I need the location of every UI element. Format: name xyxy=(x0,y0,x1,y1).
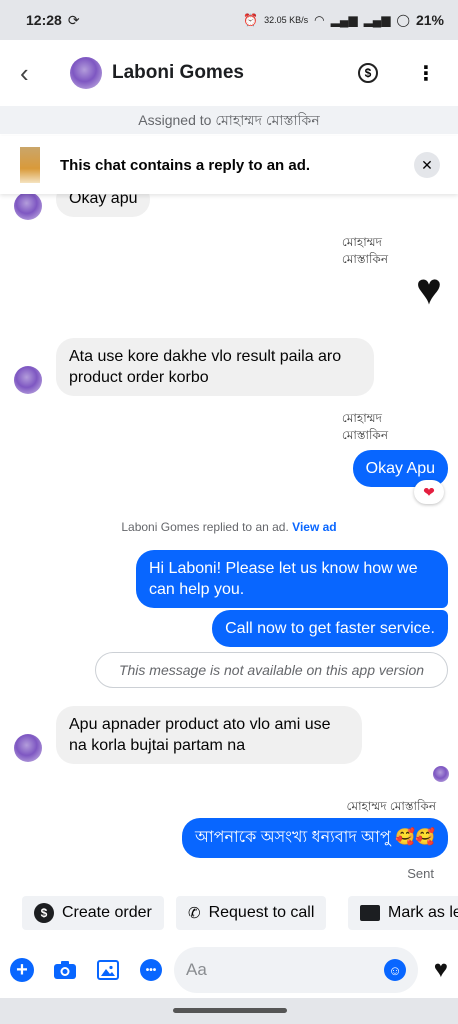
ad-banner-text: This chat contains a reply to an ad. xyxy=(60,156,311,174)
sender-label: মোহাম্মদ মোস্তাকিন xyxy=(341,235,388,266)
contact-avatar-small[interactable] xyxy=(14,366,42,394)
back-arrow-icon[interactable]: ‹ xyxy=(20,58,46,89)
message-list[interactable]: Okay apu মোহাম্মদ মোস্তাকিন ♥ Ata use ko… xyxy=(0,194,458,888)
card-icon xyxy=(360,905,380,921)
ad-reply-text: Laboni Gomes replied to an ad. xyxy=(121,520,289,534)
status-time: 12:28 xyxy=(26,12,62,28)
close-icon[interactable]: ✕ xyxy=(414,152,440,178)
saved-replies-icon[interactable]: ••• xyxy=(140,959,162,981)
outgoing-message[interactable]: Call now to get faster service. xyxy=(212,610,448,647)
sync-icon: ⟳ xyxy=(67,11,80,28)
battery-icon: ◯ xyxy=(396,13,410,27)
net-speed: 32.05 KB/s xyxy=(264,15,309,25)
status-bar: 12:28 ⟳ ⏰ 32.05 KB/s ◠ ▂▄▆ ▂▄▆ ◯ 21% xyxy=(0,0,458,40)
quick-replies: $ Create order ✆ Request to call Mark as… xyxy=(0,896,458,932)
sent-status: Sent xyxy=(407,866,434,881)
outgoing-message[interactable]: আপনাকে অসংখ্য ধন্যবাদ আপু 🥰🥰 xyxy=(181,818,448,858)
view-ad-link[interactable]: View ad xyxy=(292,520,336,534)
wifi-icon: ◠ xyxy=(314,13,325,27)
plus-icon[interactable]: + xyxy=(10,958,34,982)
contact-avatar-small[interactable] xyxy=(14,194,42,220)
alarm-icon: ⏰ xyxy=(243,13,259,27)
more-options-icon[interactable]: ⋮ xyxy=(416,61,436,86)
unavailable-message: This message is not available on this ap… xyxy=(95,652,448,688)
system-nav-bar xyxy=(0,998,458,1024)
message-input[interactable]: Aa xyxy=(174,947,418,993)
sender-label: মোহাম্মদ মোস্তাকিন xyxy=(346,799,436,813)
heart-sticker-icon[interactable]: ♥ xyxy=(416,268,442,312)
contact-avatar[interactable] xyxy=(70,57,102,89)
heart-send-icon[interactable]: ♥ xyxy=(434,956,448,984)
phone-icon: ✆ xyxy=(188,905,201,922)
create-order-button[interactable]: $ Create order xyxy=(22,896,164,930)
gallery-icon[interactable] xyxy=(97,960,119,980)
quick-reply-label: Mark as le xyxy=(388,904,458,921)
battery-level: 21% xyxy=(415,12,444,28)
home-gesture-bar[interactable] xyxy=(173,1008,287,1013)
assigned-banner: Assigned to মোহাম্মদ মোস্তাকিন xyxy=(0,106,458,134)
chat-header: ‹ Laboni Gomes $ ⋮ xyxy=(0,40,458,106)
signal-icon: ▂▄▆ xyxy=(330,13,358,27)
contact-avatar-small[interactable] xyxy=(14,734,42,762)
emoji-icon[interactable]: ☺ xyxy=(384,959,406,981)
heart-reaction-icon[interactable]: ❤ xyxy=(414,480,444,504)
quick-reply-label: Request to call xyxy=(208,904,315,921)
sender-label: মোহাম্মদ মোস্তাকিন xyxy=(341,411,388,442)
incoming-message[interactable]: Ata use kore dakhe vlo result paila aro … xyxy=(56,338,374,396)
contact-name[interactable]: Laboni Gomes xyxy=(112,62,244,84)
payment-dollar-icon[interactable]: $ xyxy=(358,63,378,83)
seen-avatar xyxy=(433,766,449,782)
quick-reply-label: Create order xyxy=(62,904,152,921)
signal-icon-2: ▂▄▆ xyxy=(363,13,391,27)
ad-reply-banner[interactable]: This chat contains a reply to an ad. ✕ xyxy=(0,136,458,194)
incoming-message[interactable]: Apu apnader product ato vlo ami use na k… xyxy=(56,706,362,764)
composer: + ••• Aa ☺ ♥ xyxy=(0,942,458,998)
outgoing-message[interactable]: Hi Laboni! Please let us know how we can… xyxy=(136,550,448,608)
mark-as-lead-button[interactable]: Mark as le xyxy=(348,896,458,930)
ad-thumbnail[interactable] xyxy=(20,147,40,183)
request-to-call-button[interactable]: ✆ Request to call xyxy=(176,896,327,930)
dollar-icon: $ xyxy=(34,903,54,923)
ad-reply-notice: Laboni Gomes replied to an ad. View ad xyxy=(0,520,458,534)
incoming-message[interactable]: Okay apu xyxy=(56,194,151,217)
camera-icon[interactable] xyxy=(53,960,77,980)
